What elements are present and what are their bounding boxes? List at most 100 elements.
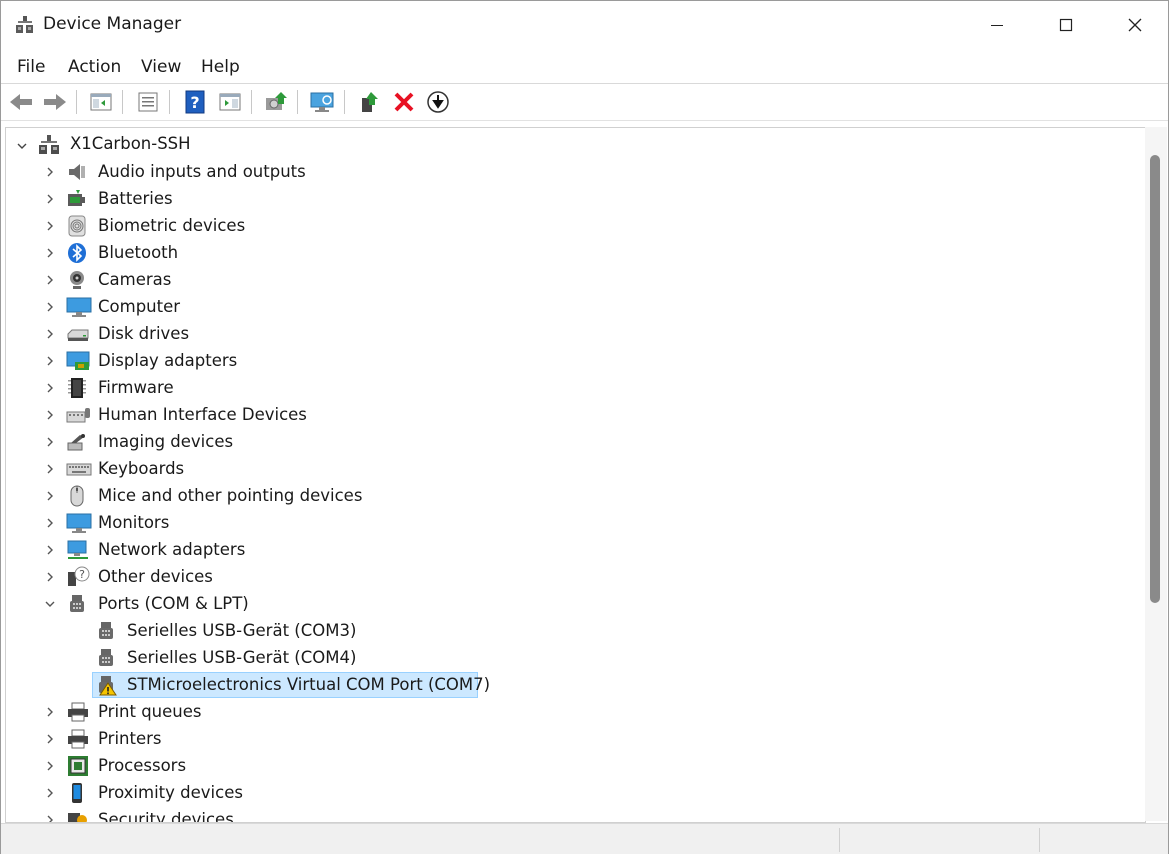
tree-category-label[interactable]: Print queues [98,702,202,721]
expand-chevron-icon[interactable] [43,759,57,773]
tree-category-label[interactable]: Network adapters [98,540,245,559]
tree-device-row[interactable]: STMicroelectronics Virtual COM Port (COM… [6,672,1106,698]
expand-chevron-icon[interactable] [43,435,57,449]
svg-text:?: ? [190,93,199,112]
minimize-button[interactable] [962,1,1032,49]
menu-view[interactable]: View [141,57,181,77]
tree-category-label[interactable]: Bluetooth [98,243,178,262]
tree-category-label[interactable]: Processors [98,756,186,775]
tree-category-row[interactable]: Audio inputs and outputs [6,159,1106,185]
tree-category-row[interactable]: Disk drives [6,321,1106,347]
expand-chevron-icon[interactable] [43,732,57,746]
expand-chevron-icon[interactable] [43,192,57,206]
help-button[interactable]: ? [181,89,209,115]
tree-category-label[interactable]: Human Interface Devices [98,405,307,424]
tree-category-row[interactable]: Computer [6,294,1106,320]
uninstall-device-button[interactable] [390,89,418,115]
tree-device-label[interactable]: STMicroelectronics Virtual COM Port (COM… [127,675,490,694]
tree-category-label[interactable]: Display adapters [98,351,237,370]
expand-chevron-icon[interactable] [43,246,57,260]
vertical-scrollbar[interactable] [1145,127,1167,821]
expand-chevron-icon[interactable] [43,165,57,179]
collapse-chevron-icon[interactable] [43,597,57,611]
tree-device-label[interactable]: Serielles USB-Gerät (COM3) [127,621,356,640]
tree-category-label[interactable]: Imaging devices [98,432,233,451]
tree-category-row[interactable]: Network adapters [6,537,1106,563]
expand-chevron-icon[interactable] [43,570,57,584]
show-hide-tree-button[interactable] [87,89,115,115]
tree-category-row[interactable]: Firmware [6,375,1106,401]
tree-category-label[interactable]: Security devices [98,810,234,822]
tree-category-row[interactable]: Cameras [6,267,1106,293]
tree-category-label[interactable]: Printers [98,729,162,748]
tree-category-row[interactable]: Bluetooth [6,240,1106,266]
monitor-icon [66,512,92,534]
properties-button[interactable] [134,89,162,115]
menu-action[interactable]: Action [68,57,121,77]
disable-device-button[interactable] [424,89,452,115]
expand-chevron-icon[interactable] [43,300,57,314]
scan-hardware-icon [310,92,334,112]
tree-category-row[interactable]: ? Other devices [6,564,1106,590]
tree-category-row[interactable]: Biometric devices [6,213,1106,239]
tree-category-label[interactable]: Monitors [98,513,169,532]
tree-category-row[interactable]: Security devices [6,807,1106,822]
tree-category-row[interactable]: Human Interface Devices [6,402,1106,428]
tree-category-row[interactable]: Printers [6,726,1106,752]
tree-category-label[interactable]: Keyboards [98,459,184,478]
enable-device-button[interactable] [356,89,384,115]
tree-category-label[interactable]: Batteries [98,189,173,208]
expand-chevron-icon[interactable] [43,327,57,341]
tree-category-row[interactable]: Imaging devices [6,429,1106,455]
close-button[interactable] [1100,1,1169,49]
expand-chevron-icon[interactable] [43,786,57,800]
tree-category-label[interactable]: Mice and other pointing devices [98,486,362,505]
device-tree[interactable]: X1Carbon-SSH Audio inputs and outputs Bat… [5,127,1146,823]
tree-category-row[interactable]: Ports (COM & LPT) [6,591,1106,617]
tree-category-row[interactable]: Keyboards [6,456,1106,482]
tree-category-label[interactable]: Other devices [98,567,213,586]
tree-category-label[interactable]: Biometric devices [98,216,245,235]
expand-chevron-icon[interactable] [43,219,57,233]
tree-category-row[interactable]: Proximity devices [6,780,1106,806]
tree-category-row[interactable]: Batteries [6,186,1106,212]
maximize-button[interactable] [1031,1,1101,49]
forward-button[interactable] [41,89,69,115]
action-pane-button[interactable] [216,89,244,115]
tree-category-label[interactable]: Disk drives [98,324,189,343]
scrollbar-thumb[interactable] [1150,155,1160,603]
tree-device-label[interactable]: Serielles USB-Gerät (COM4) [127,648,356,667]
expand-chevron-icon[interactable] [43,489,57,503]
expand-chevron-icon[interactable] [43,705,57,719]
expand-chevron-icon[interactable] [43,462,57,476]
disk-drive-icon [66,323,89,345]
tree-category-row[interactable]: Processors [6,753,1106,779]
expand-chevron-icon[interactable] [43,273,57,287]
tree-root-label[interactable]: X1Carbon-SSH [70,134,191,153]
expand-chevron-icon[interactable] [43,813,57,822]
expand-chevron-icon[interactable] [43,543,57,557]
tree-category-label[interactable]: Audio inputs and outputs [98,162,306,181]
tree-category-label[interactable]: Cameras [98,270,171,289]
tree-device-row[interactable]: Serielles USB-Gerät (COM4) [6,645,1106,671]
tree-device-row[interactable]: Serielles USB-Gerät (COM3) [6,618,1106,644]
tree-category-row[interactable]: Monitors [6,510,1106,536]
tree-category-row[interactable]: Mice and other pointing devices [6,483,1106,509]
expand-chevron-icon[interactable] [43,408,57,422]
tree-category-label[interactable]: Ports (COM & LPT) [98,594,249,613]
expand-chevron-icon[interactable] [43,516,57,530]
scan-hardware-button[interactable] [308,89,336,115]
show-hide-console-tree-icon [90,93,112,111]
tree-category-label[interactable]: Firmware [98,378,174,397]
menu-file[interactable]: File [17,57,45,77]
collapse-chevron-icon[interactable] [15,139,29,153]
menu-help[interactable]: Help [201,57,240,77]
tree-category-row[interactable]: Display adapters [6,348,1106,374]
expand-chevron-icon[interactable] [43,354,57,368]
back-button[interactable] [7,89,35,115]
tree-category-label[interactable]: Computer [98,297,180,316]
tree-category-row[interactable]: Print queues [6,699,1106,725]
expand-chevron-icon[interactable] [43,381,57,395]
update-driver-button[interactable] [262,89,290,115]
tree-category-label[interactable]: Proximity devices [98,783,243,802]
